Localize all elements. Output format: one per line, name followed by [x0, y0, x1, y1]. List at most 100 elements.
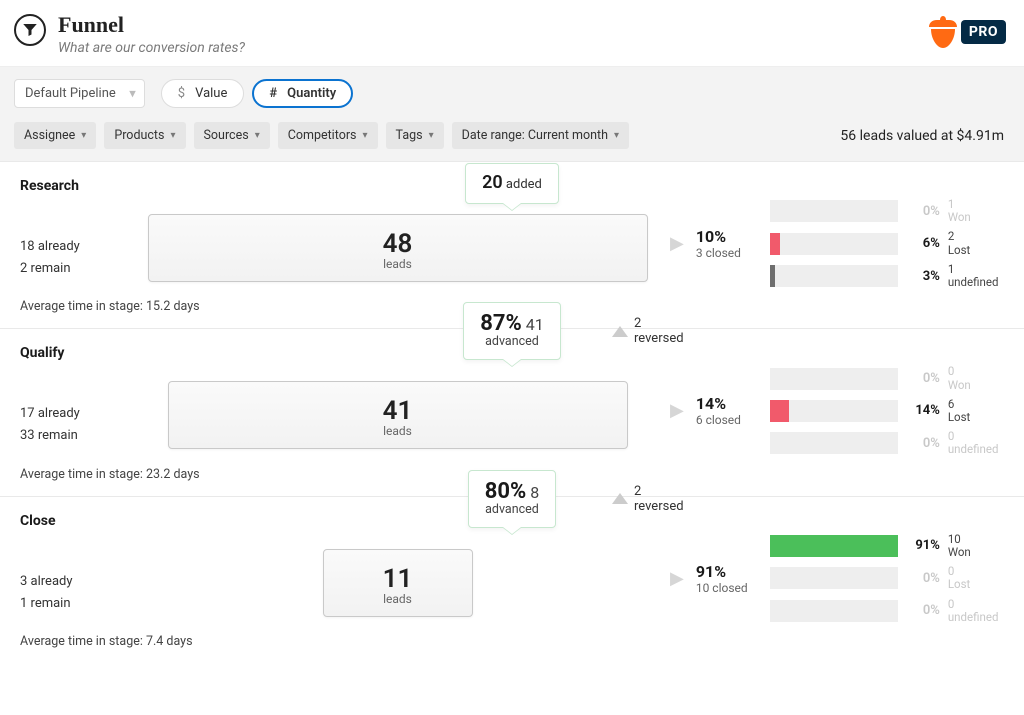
outcome-row-lost: 6% 2Lost: [770, 230, 1010, 256]
avg-time-in-stage: Average time in stage: 15.2 days: [0, 289, 1024, 314]
outcome-row-can: 0% 0undefined: [770, 598, 1010, 624]
stage-research: Research 18 already 2 remain 48 leads ▶ …: [0, 161, 1024, 328]
filter-assignee[interactable]: Assignee▾: [14, 122, 96, 149]
outcome-meta: 10Won: [948, 533, 971, 559]
hash-icon: #: [269, 86, 277, 101]
outcome-meta: 2Lost: [948, 230, 970, 256]
outcome-bar-fill: [770, 400, 789, 422]
outcome-row-can: 3% 1undefined: [770, 263, 1010, 289]
outcome-bar-track: [770, 432, 898, 454]
outcome-bar-fill: [770, 265, 775, 287]
outcome-pct: 0%: [906, 571, 940, 586]
stage-outcomes: ▶ 91% 10 closed 91% 10Won 0% 0Lost: [670, 513, 1010, 624]
outcome-meta: 1Won: [948, 198, 971, 224]
outcome-row-lost: 0% 0Lost: [770, 565, 1010, 591]
value-quantity-toggle: $ Value # Quantity: [161, 79, 353, 108]
stage-outcomes: ▶ 10% 3 closed 0% 1Won 6% 2Lost: [670, 178, 1010, 289]
chevron-down-icon: ▾: [81, 130, 86, 141]
outcome-meta: 1undefined: [948, 263, 999, 289]
outcome-bar-track: [770, 567, 898, 589]
stage-col-left: Close 3 already 1 remain: [20, 513, 125, 624]
title-block: Funnel What are our conversion rates?: [58, 12, 245, 56]
filter-sources[interactable]: Sources▾: [194, 122, 270, 149]
controls-bar: Default Pipeline ▾ $ Value # Quantity As…: [0, 66, 1024, 161]
avg-time-in-stage: Average time in stage: 23.2 days: [0, 457, 1024, 482]
acorn-icon: [923, 12, 963, 52]
outcome-row-won: 0% 1Won: [770, 198, 1010, 224]
leads-label: leads: [179, 424, 617, 438]
leads-count: 41: [179, 396, 617, 426]
pro-badge: PRO: [961, 20, 1006, 44]
outcome-bar-track: [770, 600, 898, 622]
controls-row-1: Default Pipeline ▾ $ Value # Quantity: [14, 79, 1010, 108]
closed-summary: 14% 6 closed: [696, 394, 758, 427]
stage-col-left: Qualify 17 already 33 remain: [20, 345, 125, 456]
chevron-down-icon: ▾: [170, 130, 175, 141]
outcome-pct: 14%: [906, 403, 940, 418]
arrow-right-icon: ▶: [670, 233, 684, 254]
outcome-pct: 0%: [906, 436, 940, 451]
outcome-pct: 0%: [906, 603, 940, 618]
stage-qualify: Qualify 17 already 33 remain 41 leads ▶ …: [0, 328, 1024, 495]
stage-left-stats: 17 already 33 remain: [20, 361, 125, 447]
header-left: Funnel What are our conversion rates?: [14, 12, 245, 56]
page-subtitle: What are our conversion rates?: [58, 40, 245, 56]
leads-count: 11: [334, 564, 462, 594]
outcome-pct: 0%: [906, 371, 940, 386]
pipeline-select[interactable]: Default Pipeline ▾: [14, 79, 145, 108]
pipeline-select-label: Default Pipeline: [25, 86, 116, 101]
outcome-meta: 6Lost: [948, 398, 970, 424]
outcome-meta: 0undefined: [948, 430, 999, 456]
filter-competitors[interactable]: Competitors▾: [278, 122, 378, 149]
chevron-down-icon: ▾: [363, 130, 368, 141]
controls-row-2: Assignee▾ Products▾ Sources▾ Competitors…: [14, 108, 1010, 161]
leads-box[interactable]: 48 leads: [148, 214, 648, 282]
quantity-toggle-label: Quantity: [287, 86, 336, 101]
stage-close: Close 3 already 1 remain 11 leads ▶ 91% …: [0, 496, 1024, 663]
leads-box[interactable]: 11 leads: [323, 549, 473, 617]
outcome-bar-track: [770, 368, 898, 390]
closed-summary: 91% 10 closed: [696, 562, 758, 595]
dollar-icon: $: [178, 86, 185, 101]
outcome-row-won: 91% 10Won: [770, 533, 1010, 559]
outcome-pct: 0%: [906, 204, 940, 219]
chevron-down-icon: ▾: [255, 130, 260, 141]
avg-time-in-stage: Average time in stage: 7.4 days: [0, 624, 1024, 649]
value-toggle-button[interactable]: $ Value: [161, 79, 245, 108]
outcome-bar-track: [770, 200, 898, 222]
arrow-right-icon: ▶: [670, 568, 684, 589]
stage-center: 48 leads: [125, 178, 670, 289]
stage-name: Qualify: [20, 345, 125, 361]
outcome-bar-fill: [770, 233, 780, 255]
filter-daterange[interactable]: Date range: Current month▾: [452, 122, 629, 149]
filter-products[interactable]: Products▾: [104, 122, 185, 149]
page-header: Funnel What are our conversion rates? PR…: [0, 0, 1024, 66]
outcome-bar-track: [770, 233, 898, 255]
outcome-bar-track: [770, 535, 898, 557]
chevron-down-icon: ▾: [429, 130, 434, 141]
leads-label: leads: [159, 257, 637, 271]
stage-name: Close: [20, 513, 125, 529]
stage-left-stats: 18 already 2 remain: [20, 194, 125, 280]
funnel-icon: [14, 14, 46, 46]
quantity-toggle-button[interactable]: # Quantity: [252, 79, 353, 108]
closed-summary: 10% 3 closed: [696, 227, 758, 260]
outcome-meta: 0Won: [948, 365, 971, 391]
leads-count: 48: [159, 229, 637, 259]
chevron-down-icon: ▾: [129, 86, 136, 101]
outcome-pct: 91%: [906, 538, 940, 553]
value-toggle-label: Value: [195, 86, 227, 101]
stage-col-left: Research 18 already 2 remain: [20, 178, 125, 289]
funnel-stages: 20 added Research 18 already 2 remain 48…: [0, 161, 1024, 663]
outcome-row-lost: 14% 6Lost: [770, 398, 1010, 424]
outcome-meta: 0Lost: [948, 565, 970, 591]
arrow-right-icon: ▶: [670, 400, 684, 421]
outcome-bar-track: [770, 265, 898, 287]
outcome-bar-fill: [770, 535, 898, 557]
outcome-pct: 3%: [906, 269, 940, 284]
leads-box[interactable]: 41 leads: [168, 381, 628, 449]
stage-center: 11 leads: [125, 513, 670, 624]
outcome-pct: 6%: [906, 236, 940, 251]
filter-tags[interactable]: Tags▾: [386, 122, 444, 149]
leads-summary: 56 leads valued at $4.91m: [840, 128, 1010, 144]
